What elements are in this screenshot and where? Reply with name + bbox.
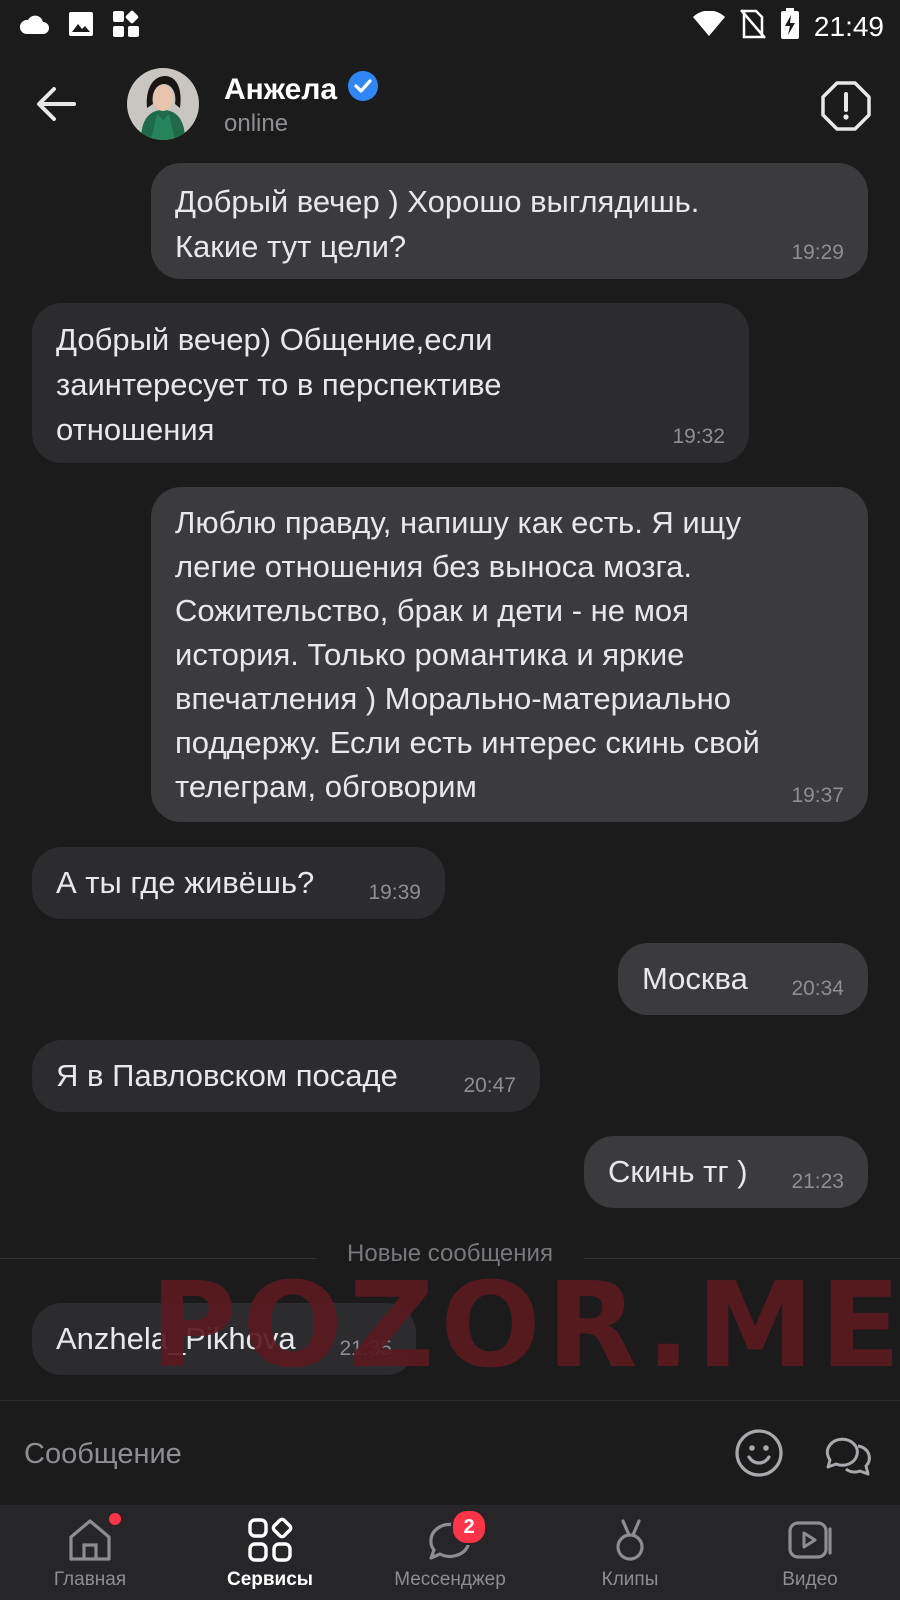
message-time: 20:47	[463, 1074, 516, 1097]
messenger-icon: 2	[425, 1509, 487, 1565]
chat-bubbles-icon	[825, 1437, 871, 1476]
no-sim-icon	[739, 9, 766, 44]
message-time: 19:39	[368, 881, 421, 904]
tab-services[interactable]: Сервисы	[180, 1505, 360, 1600]
message-text: Добрый вечер ) Хорошо выглядишь. Какие т…	[175, 184, 700, 264]
message-time: 20:34	[791, 977, 844, 1000]
message-text: Я в Павловском посаде	[56, 1058, 398, 1093]
arrow-left-icon	[37, 87, 76, 121]
message-bubble-out[interactable]: Москва 20:34	[618, 943, 868, 1015]
clips-icon	[605, 1515, 655, 1565]
status-bar: 21:49	[0, 0, 900, 50]
cloud-icon	[18, 13, 50, 40]
message-bubble-in[interactable]: А ты где живёшь? 19:39	[32, 847, 445, 919]
tab-home[interactable]: Главная	[0, 1505, 180, 1600]
message-time: 19:29	[791, 241, 844, 264]
message-text: А ты где живёшь?	[56, 865, 315, 900]
message-time: 19:37	[791, 784, 844, 807]
message-composer	[0, 1400, 900, 1507]
notification-dot	[109, 1513, 121, 1525]
back-button[interactable]	[30, 82, 82, 126]
message-text: Москва	[642, 961, 748, 996]
wifi-icon	[692, 10, 726, 42]
contact-name[interactable]: Анжела	[224, 70, 379, 110]
message-bubble-in[interactable]: Anzhela_Pikhova 21:35	[32, 1303, 416, 1375]
online-status: online	[224, 110, 289, 137]
message-bubble-out[interactable]: Добрый вечер ) Хорошо выглядишь. Какие т…	[151, 163, 868, 279]
clock: 21:49	[813, 10, 884, 42]
services-icon	[245, 1515, 295, 1565]
chat-header: Анжела online	[0, 60, 900, 150]
report-button[interactable]	[820, 80, 872, 132]
message-text: Скинь тг )	[608, 1154, 748, 1189]
gallery-icon	[68, 11, 94, 42]
verified-icon	[347, 70, 379, 110]
message-text: Добрый вечер) Общение,если заинтересует …	[56, 322, 502, 447]
tab-clips[interactable]: Клипы	[540, 1505, 720, 1600]
new-messages-label: Новые сообщения	[347, 1240, 553, 1267]
message-bubble-out[interactable]: Люблю правду, напишу как есть. Я ищу лег…	[151, 487, 868, 822]
bottom-tab-bar: Главная Сервисы 2 Мессенджер Клипы Видео	[0, 1505, 900, 1600]
new-messages-divider: Новые сообщения	[0, 1238, 900, 1267]
divider-line	[584, 1258, 900, 1259]
unread-badge: 2	[451, 1509, 487, 1545]
apps-icon	[112, 10, 140, 43]
message-time: 21:23	[791, 1170, 844, 1193]
message-bubble-in[interactable]: Добрый вечер) Общение,если заинтересует …	[32, 303, 749, 463]
video-icon	[785, 1515, 835, 1565]
avatar[interactable]	[127, 68, 199, 140]
message-text: Anzhela_Pikhova	[56, 1321, 296, 1356]
message-text: Люблю правду, напишу как есть. Я ищу лег…	[175, 505, 760, 804]
smile-icon	[735, 1429, 783, 1477]
alert-octagon-icon	[821, 81, 871, 131]
home-icon	[65, 1513, 121, 1565]
message-input[interactable]	[0, 1401, 726, 1507]
quick-replies-button[interactable]	[822, 1428, 874, 1478]
tab-messenger[interactable]: 2 Мессенджер	[360, 1505, 540, 1600]
tab-video[interactable]: Видео	[720, 1505, 900, 1600]
message-time: 19:32	[672, 425, 725, 448]
emoji-button[interactable]	[734, 1428, 784, 1478]
message-time: 21:35	[339, 1337, 392, 1360]
battery-charging-icon	[780, 8, 800, 45]
message-bubble-in[interactable]: Я в Павловском посаде 20:47	[32, 1040, 540, 1112]
message-bubble-out[interactable]: Скинь тг ) 21:23	[584, 1136, 868, 1208]
